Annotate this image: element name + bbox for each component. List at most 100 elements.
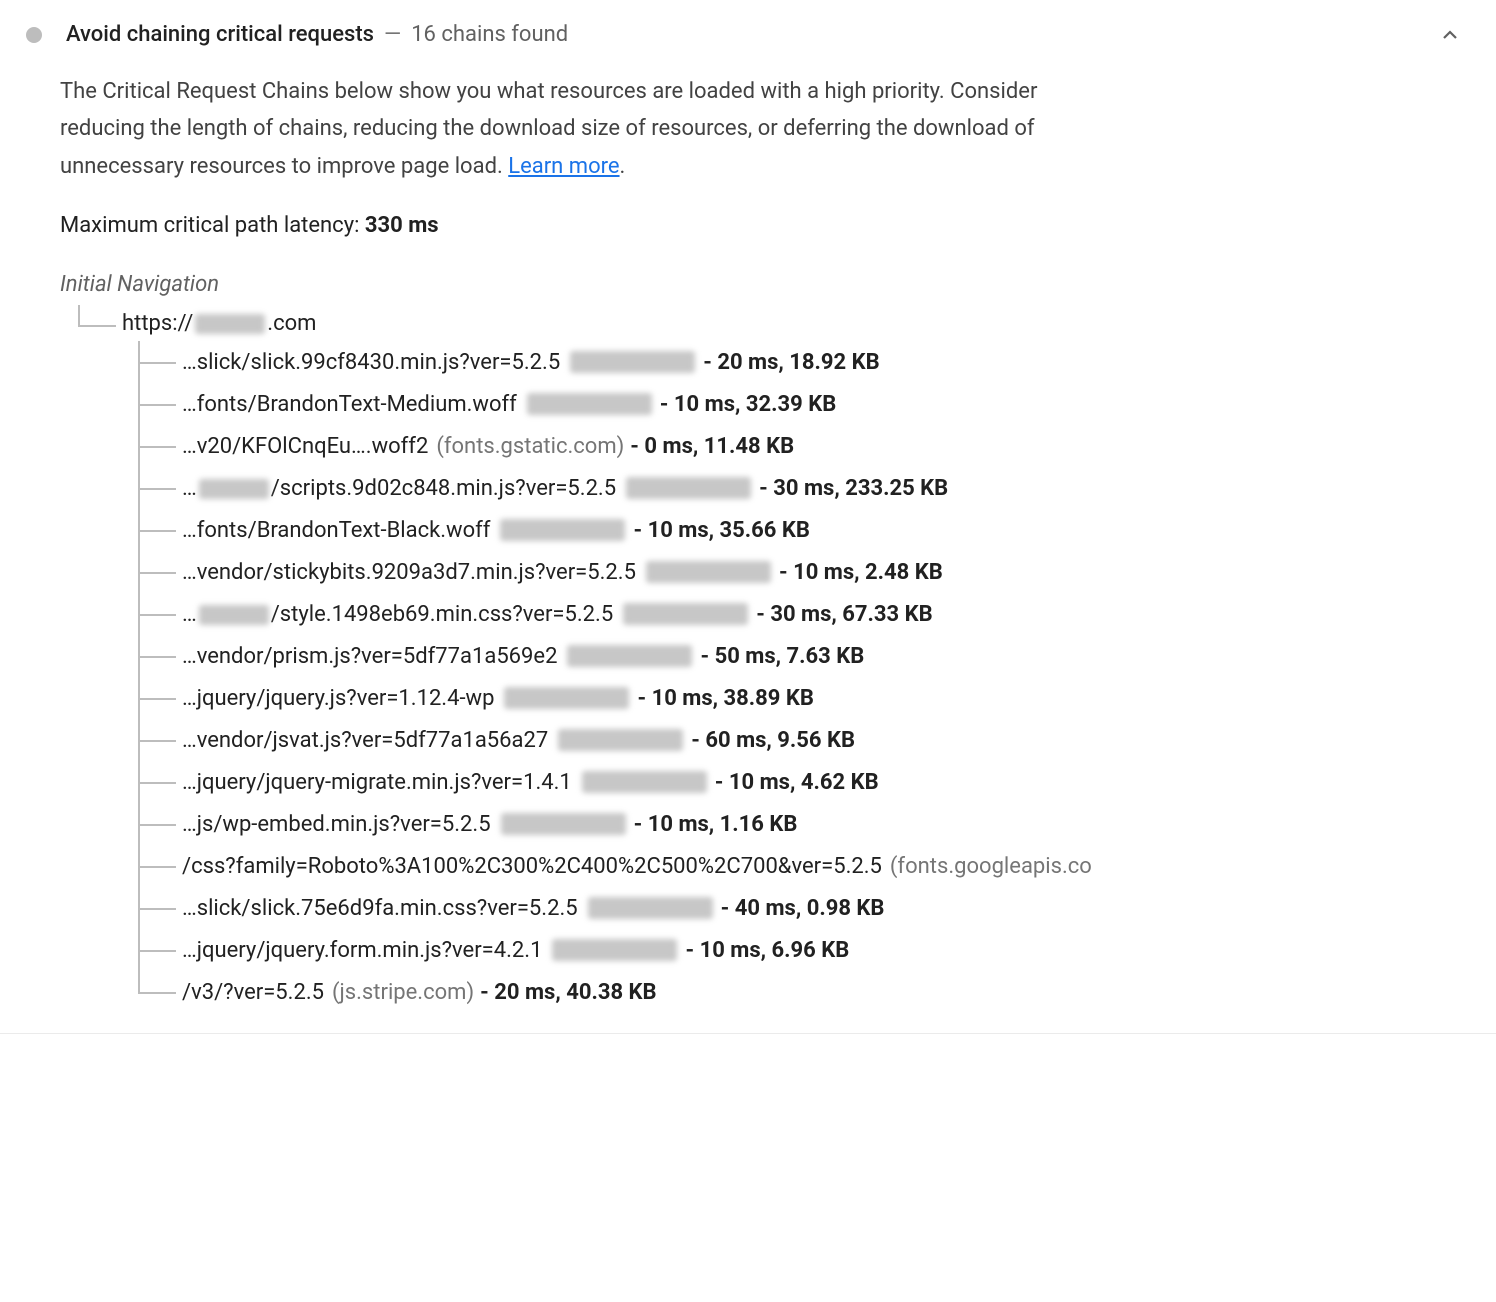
chevron-up-icon[interactable] (1438, 23, 1462, 47)
resource-path: …jquery/jquery.js?ver=1.12.4-wp (182, 682, 494, 715)
tree-connector-icon (60, 845, 182, 887)
redacted-domain: xxxxxxxxx (558, 729, 683, 751)
resource-path: …vendor/prism.js?ver=5df77a1a569e2 (182, 640, 557, 673)
tree-connector-icon (60, 929, 182, 971)
tree-child-row: …slick/slick.75e6d9fa.min.css?ver=5.2.5 x… (60, 887, 1484, 929)
latency-label: Maximum critical path latency: (60, 213, 365, 238)
resource-domain: (fonts.googleapis.co (890, 850, 1092, 883)
root-url-suffix: .com (267, 311, 316, 336)
resource-metrics: - 30 ms, 233.25 KB (759, 472, 948, 505)
tree-child-row: /css?family=Roboto%3A100%2C300%2C400%2C5… (60, 845, 1484, 887)
request-tree: https://xxxxx.com …slick/slick.99cf8430.… (60, 305, 1484, 1013)
redacted-domain: xxxxxxxxx (567, 645, 692, 667)
redacted-domain: xxxxxxxxx (588, 897, 713, 919)
tree-connector-icon (60, 971, 182, 1013)
resource-path: /v3/?ver=5.2.5 (182, 976, 324, 1009)
redacted-segment: xxxxx (199, 605, 269, 625)
tree-child-row: …vendor/prism.js?ver=5df77a1a569e2 xxxxxx… (60, 635, 1484, 677)
status-dot-icon (26, 27, 42, 43)
tree-connector-icon (60, 677, 182, 719)
resource-path: …fonts/BrandonText-Black.woff (182, 514, 490, 547)
resource-metrics: - 60 ms, 9.56 KB (691, 724, 855, 757)
resource-path: …jquery/jquery-migrate.min.js?ver=1.4.1 (182, 766, 572, 799)
tree-connector-icon (60, 383, 182, 425)
audit-header[interactable]: Avoid chaining critical requests — 16 ch… (12, 16, 1484, 61)
tree-connector-icon (60, 887, 182, 929)
tree-child-row: …jquery/jquery.form.min.js?ver=4.2.1 xxxx… (60, 929, 1484, 971)
tree-child-row: …jquery/jquery.js?ver=1.12.4-wp xxxxxxxxx… (60, 677, 1484, 719)
resource-path: …xxxxx/scripts.9d02c848.min.js?ver=5.2.5 (182, 472, 616, 505)
chains-count: 16 chains found (411, 18, 568, 51)
audit-panel: Avoid chaining critical requests — 16 ch… (0, 0, 1496, 1034)
resource-metrics: - 10 ms, 4.62 KB (715, 766, 879, 799)
resource-metrics: - 0 ms, 11.48 KB (630, 430, 794, 463)
resource-path: …vendor/jsvat.js?ver=5df77a1a56a27 (182, 724, 548, 757)
tree-child-row: …fonts/BrandonText-Medium.woffxxxxxxxxx … (60, 383, 1484, 425)
redacted-domain: xxxxxxxxx (626, 477, 751, 499)
tree-connector-icon (60, 341, 182, 383)
redacted-domain: xxxxxxxxx (501, 813, 626, 835)
resource-metrics: - 10 ms, 1.16 KB (634, 808, 798, 841)
redacted-domain: xxxxxxxxx (646, 561, 771, 583)
root-url-prefix: https:// (122, 311, 193, 336)
description-post: . (620, 154, 626, 179)
redacted-domain: xxxxxxxxx (552, 939, 677, 961)
max-latency: Maximum critical path latency: 330 ms (60, 209, 1484, 242)
resource-path: …js/wp-embed.min.js?ver=5.2.5 (182, 808, 491, 841)
resource-path: …fonts/BrandonText-Medium.woff (182, 388, 517, 421)
title-separator: — (384, 18, 401, 51)
resource-domain: (fonts.gstatic.com) (436, 430, 624, 463)
redacted-domain: xxxxxxxxx (504, 687, 629, 709)
resource-metrics: - 20 ms, 18.92 KB (703, 346, 879, 379)
redacted-domain: xxxxxxxxx (623, 603, 748, 625)
resource-path: /css?family=Roboto%3A100%2C300%2C400%2C5… (182, 850, 882, 883)
tree-child-row: …vendor/jsvat.js?ver=5df77a1a56a27 xxxxxx… (60, 719, 1484, 761)
redacted-domain: xxxxxxxxx (582, 771, 707, 793)
tree-connector-icon (60, 803, 182, 845)
tree-child-row: …js/wp-embed.min.js?ver=5.2.5 xxxxxxxxx -… (60, 803, 1484, 845)
tree-connector-icon (60, 551, 182, 593)
resource-metrics: - 40 ms, 0.98 KB (721, 892, 885, 925)
initial-navigation-label: Initial Navigation (60, 268, 1484, 301)
tree-children: …slick/slick.99cf8430.min.js?ver=5.2.5 xx… (60, 341, 1484, 1013)
tree-child-row: …vendor/stickybits.9209a3d7.min.js?ver=5… (60, 551, 1484, 593)
redacted-domain: xxxxxxxxx (527, 393, 652, 415)
resource-domain: (js.stripe.com) (332, 976, 474, 1009)
audit-title: Avoid chaining critical requests (66, 18, 374, 51)
resource-metrics: - 10 ms, 2.48 KB (779, 556, 943, 589)
redacted-domain: xxxxxxxxx (500, 519, 625, 541)
tree-root-row: https://xxxxx.com (60, 305, 1484, 341)
resource-path: …jquery/jquery.form.min.js?ver=4.2.1 (182, 934, 542, 967)
resource-metrics: - 10 ms, 35.66 KB (633, 514, 809, 547)
resource-metrics: - 10 ms, 38.89 KB (637, 682, 813, 715)
latency-value: 330 ms (365, 213, 439, 238)
resource-metrics: - 10 ms, 32.39 KB (660, 388, 836, 421)
root-url: https://xxxxx.com (122, 307, 316, 340)
resource-metrics: - 20 ms, 40.38 KB (480, 976, 656, 1009)
resource-path: …slick/slick.75e6d9fa.min.css?ver=5.2.5 (182, 892, 578, 925)
tree-connector-icon (60, 719, 182, 761)
tree-connector-icon (60, 761, 182, 803)
tree-connector-icon (60, 509, 182, 551)
tree-child-row: /v3/?ver=5.2.5(js.stripe.com) - 20 ms, 4… (60, 971, 1484, 1013)
tree-child-row: …xxxxx/scripts.9d02c848.min.js?ver=5.2.5… (60, 467, 1484, 509)
tree-child-row: …v20/KFOlCnqEu….woff2(fonts.gstatic.com)… (60, 425, 1484, 467)
redacted-domain: xxxxx (195, 314, 265, 334)
audit-description: The Critical Request Chains below show y… (60, 73, 1120, 185)
learn-more-link[interactable]: Learn more (508, 154, 619, 179)
tree-connector-icon (60, 467, 182, 509)
tree-connector-icon (60, 425, 182, 467)
tree-connector-icon (60, 593, 182, 635)
resource-metrics: - 50 ms, 7.63 KB (700, 640, 864, 673)
resource-path: …v20/KFOlCnqEu….woff2 (182, 430, 428, 463)
tree-child-row: …fonts/BrandonText-Black.woff xxxxxxxxx -… (60, 509, 1484, 551)
resource-path: …slick/slick.99cf8430.min.js?ver=5.2.5 (182, 346, 560, 379)
redacted-domain: xxxxxxxxx (570, 351, 695, 373)
tree-child-row: …slick/slick.99cf8430.min.js?ver=5.2.5 xx… (60, 341, 1484, 383)
resource-path: …xxxxx/style.1498eb69.min.css?ver=5.2.5 (182, 598, 613, 631)
tree-connector-icon (60, 635, 182, 677)
redacted-segment: xxxxx (199, 479, 269, 499)
tree-child-row: …xxxxx/style.1498eb69.min.css?ver=5.2.5x… (60, 593, 1484, 635)
resource-path: …vendor/stickybits.9209a3d7.min.js?ver=5… (182, 556, 636, 589)
tree-connector-icon (60, 305, 122, 341)
